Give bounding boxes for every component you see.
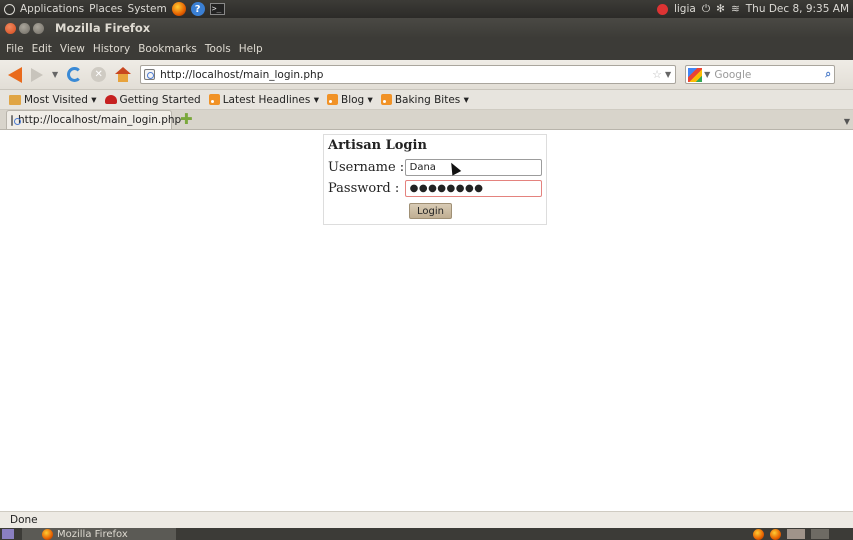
places-menu[interactable]: Places <box>89 3 122 15</box>
url-dropdown-icon[interactable]: ▼ <box>665 70 671 79</box>
menu-help[interactable]: Help <box>239 43 263 55</box>
user-name[interactable]: ligia <box>674 3 696 15</box>
search-icon[interactable]: ⌕ <box>825 68 831 81</box>
bookmark-star-icon[interactable]: ☆ <box>652 68 662 81</box>
network-icon[interactable]: ✻ <box>716 3 725 15</box>
window-title-bar[interactable]: Mozilla Firefox <box>0 18 853 38</box>
page-favicon-icon <box>11 114 21 126</box>
bookmark-label: Blog ▾ <box>340 93 373 106</box>
close-window-button[interactable] <box>5 22 16 34</box>
taskbar-firefox-button[interactable]: Mozilla Firefox <box>22 528 176 540</box>
gnome-logo-icon[interactable] <box>4 3 15 15</box>
tab-label: http://localhost/main_login.php <box>18 114 182 126</box>
bookmark-label: Most Visited ▾ <box>24 93 97 106</box>
rss-icon <box>326 94 338 105</box>
bottom-panel: Mozilla Firefox <box>0 528 853 540</box>
firefox-icon <box>42 528 53 540</box>
bookmarks-toolbar: Most Visited ▾ Getting Started Latest He… <box>0 90 853 110</box>
help-icon[interactable]: ? <box>190 2 205 16</box>
password-label: Password : <box>328 181 400 196</box>
password-row: Password : ●●●●●●●● <box>328 178 542 199</box>
firefox-tray-icon[interactable] <box>753 528 764 540</box>
firefox-launcher-icon[interactable] <box>171 2 186 16</box>
status-text: Done <box>10 514 38 526</box>
bookmark-label: Latest Headlines ▾ <box>222 93 319 106</box>
google-engine-icon[interactable] <box>688 67 703 82</box>
folder-icon <box>9 94 21 105</box>
page-favicon-icon <box>144 69 156 80</box>
status-bar: Done <box>0 511 853 528</box>
username-field[interactable]: Dana <box>404 159 542 176</box>
search-box[interactable]: ▼ Google ⌕ <box>685 65 836 84</box>
home-icon[interactable] <box>115 67 132 82</box>
bookmark-latest-headlines[interactable]: Latest Headlines ▾ <box>208 93 319 106</box>
clock[interactable]: Thu Dec 8, 9:35 AM <box>746 3 849 15</box>
wifi-icon[interactable]: ≋ <box>731 3 740 15</box>
history-dropdown-icon[interactable]: ▼ <box>52 70 58 79</box>
bookmark-most-visited[interactable]: Most Visited ▾ <box>9 94 97 106</box>
taskbar-task-label: Mozilla Firefox <box>57 528 128 540</box>
bookmark-blog[interactable]: Blog ▾ <box>326 93 373 106</box>
url-text[interactable]: http://localhost/main_login.php <box>160 69 652 81</box>
terminal-icon[interactable]: >_ <box>209 3 225 15</box>
password-field[interactable]: ●●●●●●●● <box>404 180 542 197</box>
tab-strip: http://localhost/main_login.php ✚ ▼ <box>0 110 853 130</box>
reload-icon[interactable] <box>67 67 83 82</box>
bookmark-baking-bites[interactable]: Baking Bites ▾ <box>380 93 469 106</box>
login-form: Artisan Login Username : Dana Password :… <box>323 134 547 225</box>
show-desktop-icon[interactable] <box>2 529 14 539</box>
workspace-1[interactable] <box>787 528 805 539</box>
bookmark-label: Baking Bites ▾ <box>394 93 469 106</box>
page-content: Artisan Login Username : Dana Password :… <box>0 131 853 511</box>
username-row: Username : Dana <box>328 157 542 178</box>
user-status-icon[interactable] <box>656 3 668 15</box>
forward-arrow-icon[interactable] <box>31 67 43 82</box>
system-menu[interactable]: System <box>128 3 167 15</box>
power-icon[interactable]: ⏻ <box>702 3 710 16</box>
username-label: Username : <box>328 160 405 175</box>
back-arrow-icon[interactable] <box>8 66 22 83</box>
menu-history[interactable]: History <box>93 43 130 55</box>
rss-icon <box>208 94 220 105</box>
password-value: ●●●●●●●● <box>409 183 484 194</box>
applications-menu[interactable]: Applications <box>20 3 84 15</box>
search-placeholder[interactable]: Google <box>714 69 751 81</box>
workspace-2[interactable] <box>811 528 829 539</box>
menu-file[interactable]: File <box>6 43 24 55</box>
login-button[interactable]: Login <box>409 203 452 219</box>
menu-bookmarks[interactable]: Bookmarks <box>138 43 197 55</box>
tab-list-icon[interactable]: ▼ <box>844 117 850 126</box>
username-value: Dana <box>409 162 436 173</box>
url-bar[interactable]: http://localhost/main_login.php ☆ ▼ <box>140 65 677 84</box>
tab-main-login[interactable]: http://localhost/main_login.php <box>6 110 181 129</box>
login-title: Artisan Login <box>328 138 427 153</box>
firefox-tray-icon-2[interactable] <box>770 528 781 540</box>
search-engine-dropdown-icon[interactable]: ▼ <box>704 70 710 79</box>
bookmark-getting-started[interactable]: Getting Started <box>104 93 201 106</box>
stop-icon[interactable]: ✕ <box>91 67 107 82</box>
rss-icon <box>380 94 392 105</box>
red-hat-icon <box>104 95 117 104</box>
top-panel: Applications Places System ? >_ ligia ⏻ … <box>0 0 853 18</box>
menu-bar: File Edit View History Bookmarks Tools H… <box>0 38 853 60</box>
new-tab-icon[interactable]: ✚ <box>180 112 193 127</box>
menu-view[interactable]: View <box>60 43 85 55</box>
minimize-window-button[interactable] <box>19 22 30 34</box>
menu-edit[interactable]: Edit <box>32 43 52 55</box>
menu-tools[interactable]: Tools <box>205 43 231 55</box>
window-title: Mozilla Firefox <box>55 21 151 35</box>
bookmark-label: Getting Started <box>119 93 201 106</box>
navigation-toolbar: ▼ ✕ http://localhost/main_login.php ☆ ▼ … <box>0 60 853 90</box>
maximize-window-button[interactable] <box>33 22 44 34</box>
